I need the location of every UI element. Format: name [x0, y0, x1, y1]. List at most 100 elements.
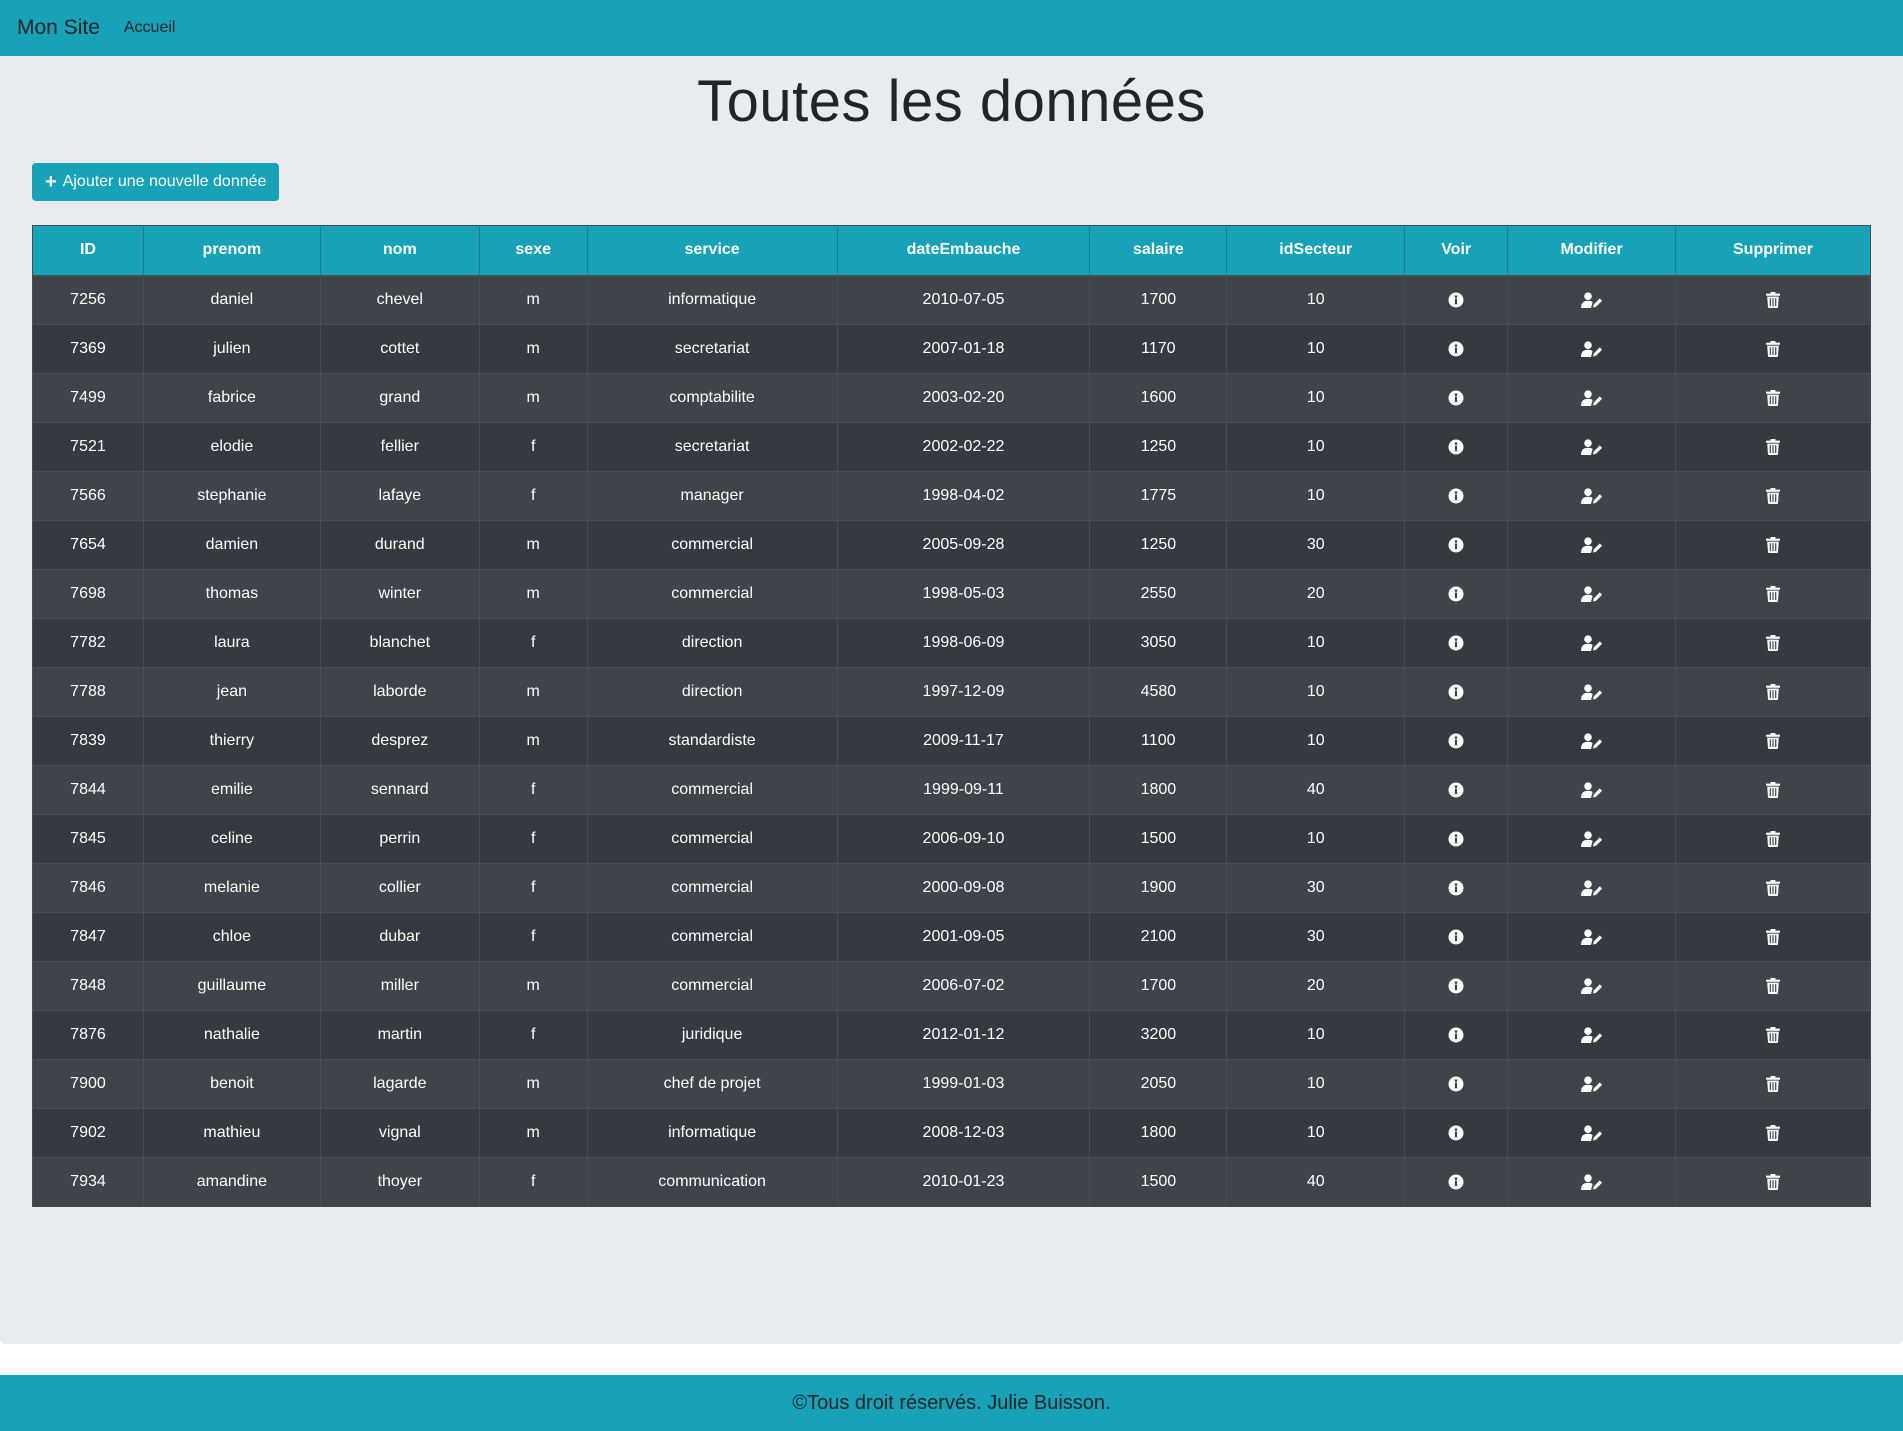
user-edit-icon[interactable]	[1580, 733, 1603, 749]
cell-salaire: 3200	[1089, 1010, 1228, 1060]
user-edit-icon[interactable]	[1580, 929, 1603, 945]
cell-service: communication	[587, 1157, 838, 1207]
user-edit-icon[interactable]	[1580, 292, 1603, 309]
user-edit-icon[interactable]	[1580, 684, 1603, 700]
cell-prenom: julien	[143, 324, 321, 374]
info-circle-icon[interactable]	[1448, 782, 1464, 798]
user-edit-icon[interactable]	[1580, 831, 1603, 847]
trash-icon[interactable]	[1766, 1026, 1780, 1043]
trash-icon[interactable]	[1766, 292, 1780, 309]
info-circle-icon[interactable]	[1448, 733, 1464, 749]
info-circle-icon[interactable]	[1448, 1076, 1464, 1092]
cell-sexe: f	[479, 1010, 588, 1060]
edit-button-cell	[1507, 618, 1677, 668]
trash-icon[interactable]	[1766, 830, 1780, 847]
trash-icon[interactable]	[1766, 928, 1780, 945]
table-row: 7521 elodie fellier f secretariat 2002-02-22 1…	[32, 422, 1871, 472]
info-circle-icon[interactable]	[1448, 292, 1464, 308]
cell-idsecteur: 10	[1226, 1010, 1406, 1060]
cell-dateembauche: 2008-12-03	[837, 1108, 1091, 1158]
cell-id: 7566	[32, 471, 144, 521]
data-table: ID prenom nom sexe service dateEmbauche salair…	[32, 225, 1871, 1207]
add-data-button[interactable]: + Ajouter une nouvelle donnée	[32, 163, 280, 201]
user-edit-icon[interactable]	[1580, 488, 1603, 504]
cell-dateembauche: 2010-07-05	[837, 275, 1091, 325]
cell-sexe: m	[479, 667, 588, 717]
cell-service: direction	[587, 667, 838, 717]
header-nom: nom	[320, 225, 480, 277]
trash-icon[interactable]	[1766, 438, 1780, 455]
user-edit-icon[interactable]	[1580, 978, 1603, 994]
trash-icon[interactable]	[1766, 1124, 1780, 1141]
user-edit-icon[interactable]	[1580, 1174, 1603, 1190]
trash-icon[interactable]	[1766, 389, 1780, 406]
info-circle-icon[interactable]	[1448, 929, 1464, 945]
cell-sexe: f	[479, 618, 588, 668]
cell-salaire: 4580	[1089, 667, 1228, 717]
user-edit-icon[interactable]	[1580, 635, 1603, 651]
user-edit-icon[interactable]	[1580, 782, 1603, 798]
info-circle-icon[interactable]	[1448, 635, 1464, 651]
info-circle-icon[interactable]	[1448, 831, 1464, 847]
nav-link-accueil[interactable]: Accueil	[124, 19, 176, 37]
trash-icon[interactable]	[1766, 585, 1780, 602]
info-circle-icon[interactable]	[1448, 390, 1464, 406]
cell-service: commercial	[587, 863, 838, 913]
user-edit-icon[interactable]	[1580, 1027, 1603, 1043]
trash-icon[interactable]	[1766, 536, 1780, 553]
info-circle-icon[interactable]	[1448, 537, 1464, 553]
cell-prenom: daniel	[143, 275, 321, 325]
info-circle-icon[interactable]	[1448, 880, 1464, 896]
cell-idsecteur: 10	[1226, 716, 1406, 766]
cell-service: chef de projet	[587, 1059, 838, 1109]
cell-nom: chevel	[320, 275, 480, 325]
table-row: 7934 amandine thoyer f communication 2010-01-…	[32, 1157, 1871, 1207]
trash-icon[interactable]	[1766, 1173, 1780, 1190]
cell-service: commercial	[587, 569, 838, 619]
cell-service: secretariat	[587, 422, 838, 472]
trash-icon[interactable]	[1766, 683, 1780, 700]
trash-icon[interactable]	[1766, 879, 1780, 896]
info-circle-icon[interactable]	[1448, 488, 1464, 504]
trash-icon[interactable]	[1766, 732, 1780, 749]
cell-prenom: thierry	[143, 716, 321, 766]
info-circle-icon[interactable]	[1448, 439, 1464, 455]
user-edit-icon[interactable]	[1580, 880, 1603, 896]
user-edit-icon[interactable]	[1580, 341, 1603, 357]
cell-idsecteur: 10	[1226, 814, 1406, 864]
user-edit-icon[interactable]	[1580, 1125, 1603, 1141]
delete-button-cell	[1675, 520, 1871, 570]
cell-service: informatique	[587, 1108, 838, 1158]
info-circle-icon[interactable]	[1448, 684, 1464, 700]
cell-service: comptabilite	[587, 373, 838, 423]
cell-prenom: emilie	[143, 765, 321, 815]
trash-icon[interactable]	[1766, 340, 1780, 357]
info-circle-icon[interactable]	[1448, 1027, 1464, 1043]
info-circle-icon[interactable]	[1448, 586, 1464, 602]
view-button-cell	[1404, 1157, 1509, 1207]
trash-icon[interactable]	[1766, 487, 1780, 504]
user-edit-icon[interactable]	[1580, 586, 1603, 602]
trash-icon[interactable]	[1766, 781, 1780, 798]
trash-icon[interactable]	[1766, 977, 1780, 994]
trash-icon[interactable]	[1766, 634, 1780, 651]
brand-link[interactable]: Mon Site	[17, 16, 100, 40]
info-circle-icon[interactable]	[1448, 978, 1464, 994]
user-edit-icon[interactable]	[1580, 439, 1603, 455]
user-edit-icon[interactable]	[1580, 390, 1603, 406]
header-prenom: prenom	[143, 225, 321, 277]
cell-idsecteur: 30	[1226, 863, 1406, 913]
footer-text: ©Tous droit réservés. Julie Buisson.	[792, 1391, 1111, 1414]
cell-id: 7369	[32, 324, 144, 374]
info-circle-icon[interactable]	[1448, 1125, 1464, 1141]
info-circle-icon[interactable]	[1448, 1174, 1464, 1190]
user-edit-icon[interactable]	[1580, 537, 1603, 553]
cell-dateembauche: 1998-05-03	[837, 569, 1091, 619]
cell-salaire: 2550	[1089, 569, 1228, 619]
cell-idsecteur: 10	[1226, 275, 1406, 325]
info-circle-icon[interactable]	[1448, 341, 1464, 357]
trash-icon[interactable]	[1766, 1075, 1780, 1092]
cell-sexe: m	[479, 716, 588, 766]
user-edit-icon[interactable]	[1580, 1076, 1603, 1092]
header-supprimer: Supprimer	[1675, 225, 1871, 277]
